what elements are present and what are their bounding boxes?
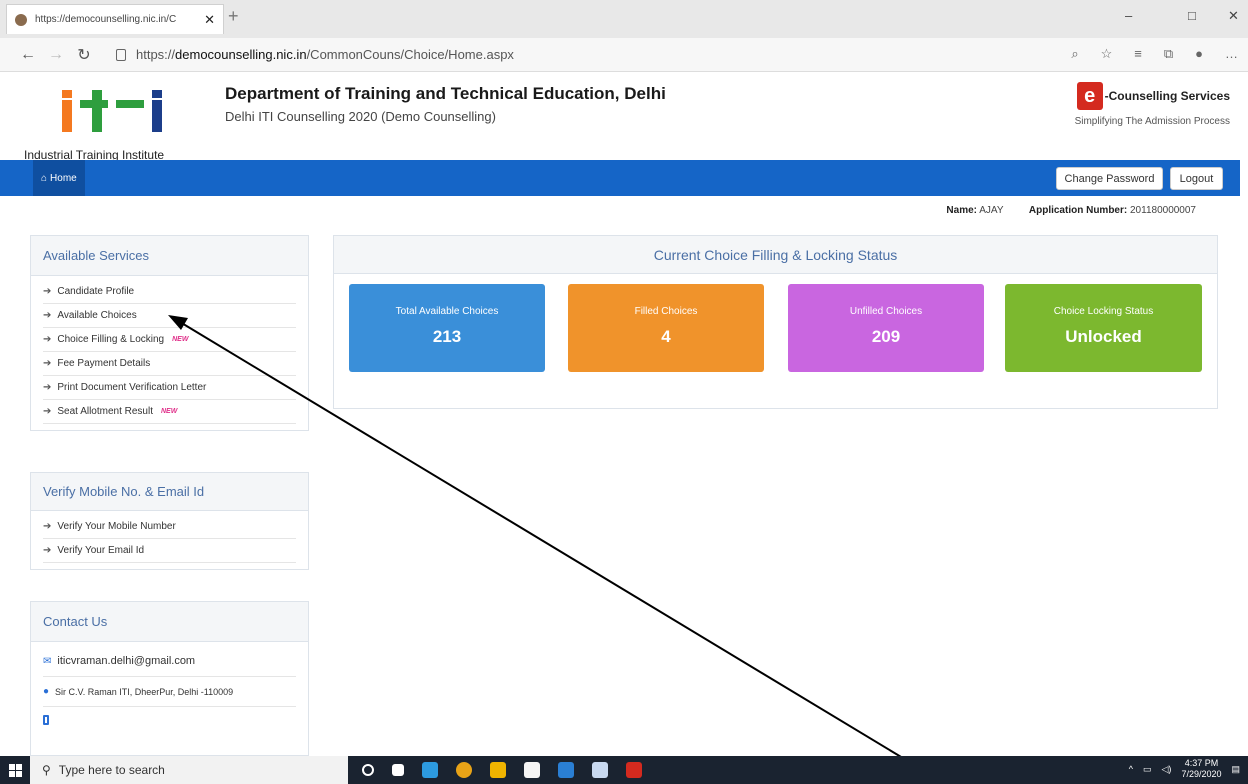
- annotation-arrow: [168, 315, 937, 779]
- start-button[interactable]: [0, 756, 30, 784]
- cortana-icon[interactable]: [362, 764, 374, 776]
- clock[interactable]: 4:37 PM 7/29/2020: [1181, 758, 1221, 780]
- app-icon[interactable]: [592, 762, 608, 778]
- file-explorer-icon[interactable]: [490, 762, 506, 778]
- tray-chevron-icon[interactable]: ^: [1129, 764, 1133, 774]
- store-icon[interactable]: [524, 762, 540, 778]
- chrome-icon[interactable]: [456, 762, 472, 778]
- windows-taskbar: ⚲ Type here to search ^ ▭ ◁) 4:37 PM 7/2…: [0, 756, 1248, 784]
- clock-date: 7/29/2020: [1181, 769, 1222, 779]
- clock-time: 4:37 PM: [1184, 758, 1219, 768]
- windows-icon: [8, 763, 22, 777]
- task-view-icon[interactable]: [392, 764, 404, 776]
- notifications-icon[interactable]: ▤: [1231, 764, 1240, 775]
- edge-icon[interactable]: [422, 762, 438, 778]
- search-icon: ⚲: [42, 763, 51, 777]
- mail-icon[interactable]: [558, 762, 574, 778]
- acrobat-icon[interactable]: [626, 762, 642, 778]
- search-placeholder: Type here to search: [58, 763, 165, 777]
- taskbar-search[interactable]: ⚲ Type here to search: [30, 756, 348, 784]
- volume-icon[interactable]: ◁): [1162, 764, 1172, 775]
- network-icon[interactable]: ▭: [1143, 764, 1152, 775]
